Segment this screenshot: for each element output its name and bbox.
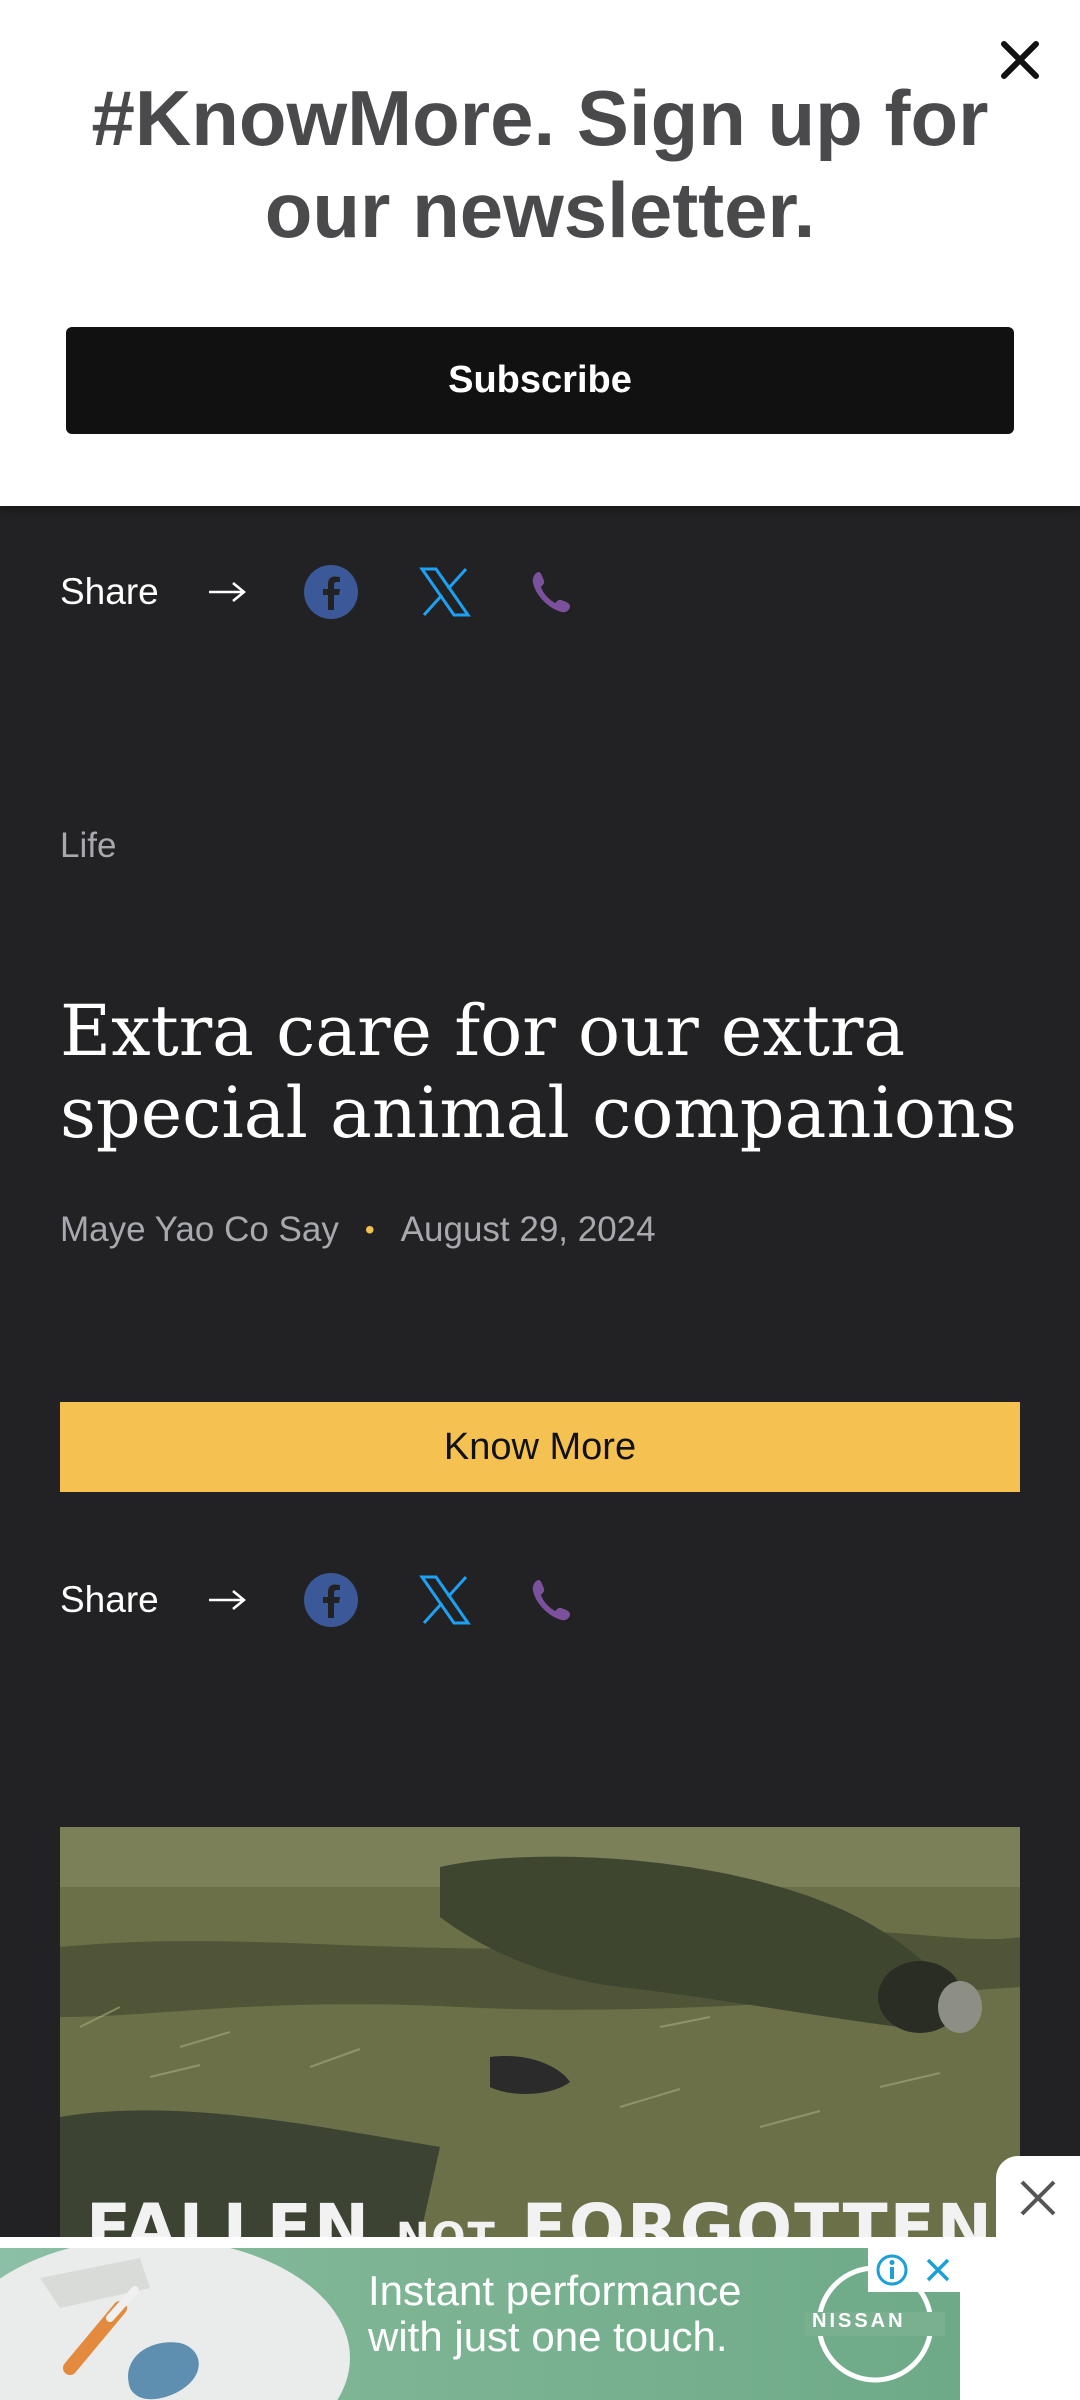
ad-choices[interactable] (868, 2248, 960, 2292)
ad-line: with just one touch. (368, 2313, 728, 2360)
phone-icon[interactable] (529, 1576, 577, 1624)
byline: Maye Yao Co Say • August 29, 2024 (60, 1210, 656, 1250)
ad-banner[interactable]: Instant performance with just one touch.… (0, 2248, 960, 2400)
author-name[interactable]: Maye Yao Co Say (60, 1210, 339, 1250)
arrow-right-icon (208, 1590, 246, 1610)
photo-illustration (60, 1827, 1020, 2237)
newsletter-title: #KnowMore. Sign up for our newsletter. (91, 74, 989, 254)
ad-container: Instant performance with just one touch.… (0, 2237, 1080, 2400)
photo-caption: FALLEN NOT FORGOTTEN (60, 2190, 1020, 2237)
facebook-icon[interactable] (303, 1572, 359, 1628)
ad-close-button[interactable] (996, 2156, 1080, 2240)
adchoices-icon[interactable] (875, 2253, 909, 2287)
ad-text: Instant performance with just one touch. (368, 2268, 742, 2360)
ad-line: Instant performance (368, 2267, 742, 2314)
share-row: Share (60, 1560, 577, 1640)
close-icon (1020, 2180, 1056, 2216)
article-headline: Extra care for our extra special animal … (60, 990, 1017, 1154)
caption-word: FORGOTTEN (521, 2190, 994, 2237)
separator-dot: • (364, 1214, 375, 1245)
x-twitter-icon[interactable] (418, 566, 471, 618)
phone-icon[interactable] (529, 568, 577, 616)
subscribe-button[interactable]: Subscribe (66, 327, 1014, 434)
x-twitter-icon[interactable] (418, 1574, 471, 1626)
arrow-right-icon (208, 582, 246, 602)
ad-brand: NISSAN (812, 2310, 906, 2332)
share-label: Share (60, 571, 159, 612)
article-image[interactable]: FALLEN NOT FORGOTTEN (60, 1827, 1020, 2237)
publish-date: August 29, 2024 (400, 1210, 656, 1249)
newsletter-banner: #KnowMore. Sign up for our newsletter. S… (0, 0, 1080, 506)
caption-word: NOT (396, 2215, 497, 2237)
caption-word: FALLEN (86, 2190, 372, 2237)
share-label: Share (60, 1579, 159, 1620)
know-more-button[interactable]: Know More (60, 1402, 1020, 1492)
article-category[interactable]: Life (60, 826, 116, 866)
share-row: Share (60, 552, 577, 632)
facebook-icon[interactable] (303, 564, 359, 620)
close-icon[interactable] (923, 2255, 953, 2285)
